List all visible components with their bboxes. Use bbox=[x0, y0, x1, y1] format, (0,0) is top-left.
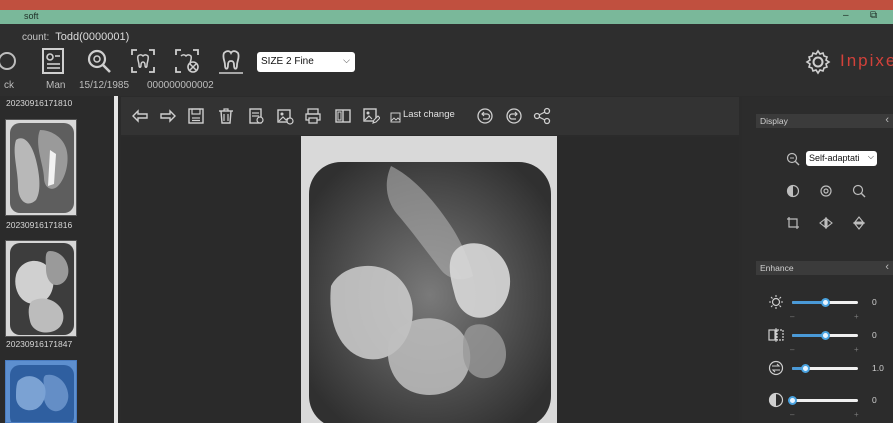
display-section-title: Display bbox=[760, 116, 788, 126]
zoom-icon[interactable] bbox=[852, 184, 866, 198]
save-icon[interactable] bbox=[187, 107, 205, 125]
size-select-value: SIZE 2 Fine bbox=[261, 56, 314, 67]
gamma-value: 1.0 bbox=[872, 363, 884, 373]
arrow-left-icon[interactable] bbox=[131, 107, 149, 125]
tooth-icon[interactable] bbox=[216, 46, 246, 76]
thumbnail-image[interactable] bbox=[5, 119, 77, 216]
share-icon[interactable] bbox=[533, 107, 551, 125]
thumbnail-caption: 20230916171810 bbox=[6, 98, 73, 108]
crop-icon[interactable] bbox=[786, 216, 800, 230]
arrow-right-icon[interactable] bbox=[159, 107, 177, 125]
compare-icon[interactable] bbox=[334, 107, 352, 125]
decrease-label: – bbox=[790, 345, 795, 354]
brightness-value: 0 bbox=[872, 297, 877, 307]
restore-button[interactable]: ⧉ bbox=[870, 10, 877, 21]
decrease-label: – bbox=[790, 312, 795, 321]
app-title: soft bbox=[24, 11, 39, 21]
sharpness-value: 0 bbox=[872, 330, 877, 340]
redo-icon[interactable] bbox=[505, 107, 523, 125]
back-label: ck bbox=[4, 80, 14, 91]
size-select[interactable]: SIZE 2 Fine ⌵ bbox=[257, 52, 355, 72]
contrast-icon bbox=[768, 392, 784, 408]
title-bar: soft – ⧉ bbox=[0, 10, 893, 24]
slider-handle[interactable] bbox=[801, 364, 811, 373]
increase-label: + bbox=[854, 410, 859, 419]
account-name: Todd(0000001) bbox=[55, 31, 130, 43]
enhance-section-title: Enhance bbox=[760, 263, 794, 273]
flip-horizontal-icon[interactable] bbox=[819, 216, 833, 230]
display-mode-value: Self-adaptati bbox=[809, 153, 860, 163]
slider-handle[interactable] bbox=[821, 298, 830, 307]
account-label: count: bbox=[22, 32, 50, 43]
undo-icon[interactable] bbox=[476, 107, 494, 125]
minimize-button[interactable]: – bbox=[843, 10, 849, 21]
top-accent-strip bbox=[0, 0, 893, 10]
patient-dob: 15/12/1985 bbox=[79, 80, 130, 91]
sharpness-slider[interactable] bbox=[792, 331, 858, 340]
thumbnail-image-selected[interactable] bbox=[5, 360, 77, 423]
decrease-label: – bbox=[790, 410, 795, 419]
export-icon[interactable] bbox=[276, 107, 294, 125]
image-icon bbox=[390, 110, 401, 123]
zoom-fit-icon[interactable] bbox=[786, 152, 800, 166]
sharpness-slider-row: 0 – + bbox=[768, 327, 888, 357]
back-icon[interactable] bbox=[0, 46, 22, 76]
xray-image[interactable] bbox=[301, 136, 557, 423]
sharpness-icon bbox=[768, 327, 784, 343]
gear-icon[interactable] bbox=[804, 48, 832, 76]
chevron-left-icon[interactable]: ‹ bbox=[885, 114, 889, 126]
contrast-slider[interactable] bbox=[788, 396, 858, 405]
flip-vertical-icon[interactable] bbox=[852, 216, 866, 230]
report-icon[interactable] bbox=[247, 107, 265, 125]
trash-icon[interactable] bbox=[217, 107, 235, 125]
account-info: count: Todd(0000001) bbox=[22, 31, 129, 43]
thumbnail-image[interactable] bbox=[5, 240, 77, 337]
gamma-icon bbox=[768, 360, 784, 376]
slider-handle[interactable] bbox=[788, 396, 797, 405]
edit-image-icon[interactable] bbox=[362, 107, 381, 125]
brightness-slider-row: 0 – + bbox=[768, 294, 888, 324]
thumbnail-scrollbar[interactable] bbox=[114, 96, 118, 423]
increase-label: + bbox=[854, 312, 859, 321]
image-toolbar: Last change bbox=[121, 97, 739, 135]
chevron-left-icon[interactable]: ‹ bbox=[885, 261, 889, 273]
patient-id: 000000000002 bbox=[147, 80, 214, 91]
slider-handle[interactable] bbox=[821, 331, 830, 340]
patient-record-icon[interactable] bbox=[38, 46, 68, 76]
display-mode-select[interactable]: Self-adaptati ⌵ bbox=[806, 151, 877, 166]
contrast-value: 0 bbox=[872, 395, 877, 405]
thumbnail-caption: 20230916171847 bbox=[6, 339, 73, 349]
tooth-remove-icon[interactable] bbox=[172, 46, 202, 76]
chevron-down-icon: ⌵ bbox=[867, 152, 874, 161]
contrast-icon[interactable] bbox=[786, 184, 800, 198]
header-bar: count: Todd(0000001) SIZE 2 Fine ⌵ ck Man… bbox=[0, 24, 893, 96]
last-change-button[interactable]: Last change bbox=[403, 109, 455, 120]
focus-icon[interactable] bbox=[819, 184, 833, 198]
display-section-header[interactable]: Display ‹ bbox=[756, 114, 893, 128]
gamma-slider[interactable] bbox=[792, 364, 858, 373]
tooth-scan-icon[interactable] bbox=[128, 46, 158, 76]
search-icon[interactable] bbox=[84, 46, 114, 76]
brightness-icon bbox=[768, 294, 784, 310]
contrast-slider-row: 0 – + bbox=[768, 392, 888, 422]
thumbnail-list: 20230916171810 20230916171816 2023091617… bbox=[0, 96, 112, 423]
increase-label: + bbox=[854, 345, 859, 354]
gamma-slider-row: 1.0 bbox=[768, 360, 888, 390]
patient-gender: Man bbox=[46, 80, 66, 91]
print-icon[interactable] bbox=[304, 107, 322, 125]
brand-logo-text: Inpixe bbox=[840, 51, 893, 70]
brightness-slider[interactable] bbox=[792, 298, 858, 307]
chevron-down-icon: ⌵ bbox=[343, 55, 350, 65]
enhance-section-header[interactable]: Enhance ‹ bbox=[756, 261, 893, 275]
thumbnail-caption: 20230916171816 bbox=[6, 220, 73, 230]
